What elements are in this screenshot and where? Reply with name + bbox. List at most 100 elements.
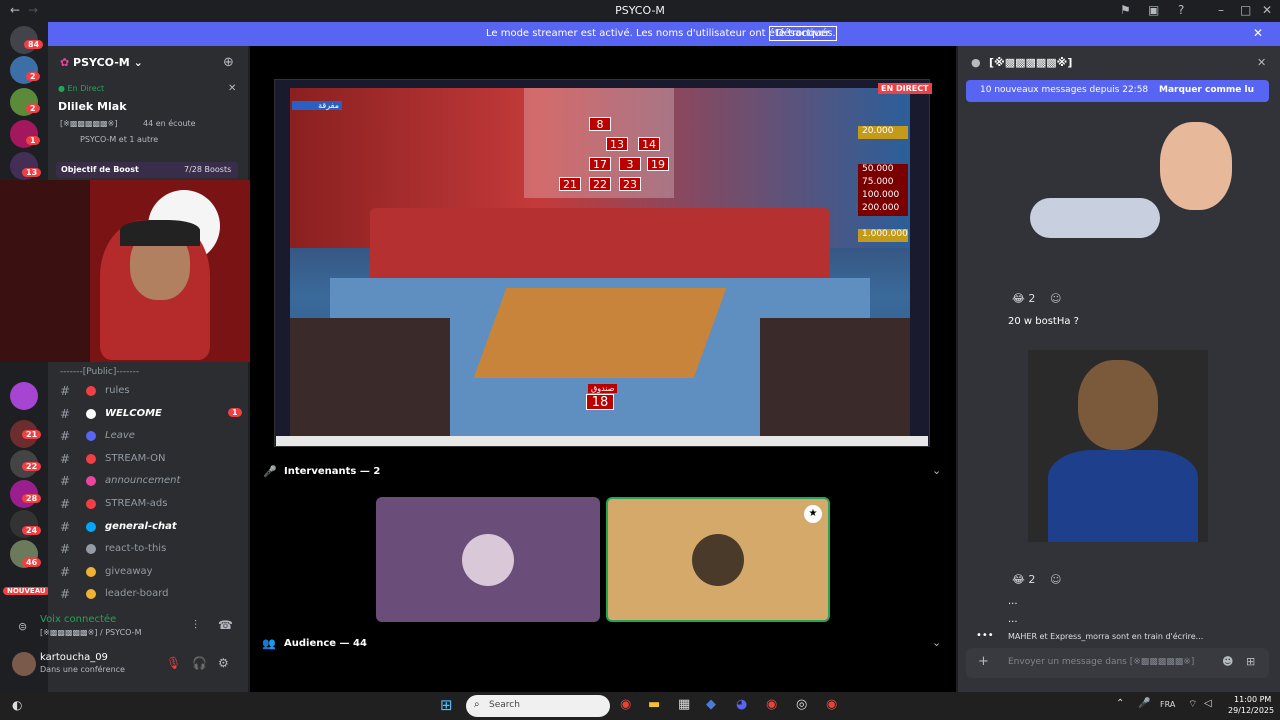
- speaker-avatar: [692, 534, 744, 586]
- live-title[interactable]: Dlilek Mlak: [58, 100, 127, 113]
- language-indicator[interactable]: FRA: [1160, 700, 1175, 709]
- server-icon[interactable]: [10, 382, 38, 410]
- new-messages-bar[interactable]: 10 nouveaux messages depuis 22:58 Marque…: [966, 80, 1269, 102]
- prize-amount: 50.000: [858, 164, 908, 177]
- headphones-icon[interactable]: 🎧: [192, 656, 207, 670]
- store-icon[interactable]: ▦: [678, 697, 690, 712]
- help-icon[interactable]: ?: [1178, 3, 1184, 17]
- search-icon: ⌕: [474, 699, 480, 710]
- screen-icon[interactable]: ▣: [1148, 3, 1159, 17]
- chevron-down-icon[interactable]: ⌄: [932, 636, 941, 649]
- mic-tray-icon[interactable]: 🎤: [1138, 698, 1150, 709]
- widgets-icon[interactable]: ◐: [12, 698, 22, 712]
- speaker-tile[interactable]: [376, 497, 600, 622]
- server-badge: 46: [22, 558, 42, 567]
- moderator-icon: ★: [804, 505, 822, 523]
- voice-status[interactable]: Voix connectée: [40, 614, 116, 625]
- speaker-tile-active[interactable]: ★: [606, 497, 830, 622]
- close-icon[interactable]: ✕: [1253, 26, 1263, 40]
- headset: [120, 220, 200, 246]
- number-box: 8: [589, 117, 611, 131]
- close-live-icon[interactable]: ✕: [228, 83, 236, 94]
- channel-emoji-icon: [86, 589, 96, 600]
- prize-amount: 100.000: [858, 190, 908, 203]
- number-box: 3: [619, 157, 641, 171]
- channel-item[interactable]: # general-chat: [58, 518, 248, 538]
- add-reaction-icon[interactable]: ☺: [1050, 292, 1061, 305]
- start-icon[interactable]: ⊞: [440, 696, 453, 714]
- sticker-icon[interactable]: ☻: [1222, 655, 1233, 668]
- channel-label: react-to-this: [105, 543, 167, 555]
- channel-label: giveaway: [105, 565, 153, 577]
- number-box: 17: [589, 157, 611, 171]
- minimize-icon[interactable]: –: [1218, 3, 1224, 17]
- live-participants: PSYCO-M et 1 autre: [80, 135, 159, 144]
- channel-item[interactable]: # giveaway: [58, 563, 248, 583]
- box-number: 18: [586, 394, 614, 410]
- guild-icon: ✿: [60, 56, 74, 69]
- microphone-muted-icon[interactable]: 🎙: [166, 656, 181, 670]
- live-label-text: En Direct: [67, 84, 105, 93]
- discord-icon[interactable]: ◕: [736, 697, 747, 712]
- channel-label: rules: [105, 385, 130, 396]
- laugh-reaction[interactable]: 😂 2: [1012, 292, 1035, 305]
- tray-chevron-icon[interactable]: ⌃: [1116, 698, 1124, 709]
- app-icon[interactable]: ◎: [796, 697, 807, 712]
- mark-read-button[interactable]: Marquer comme lu: [1159, 85, 1254, 95]
- clock-time[interactable]: 11:00 PM: [1234, 695, 1271, 704]
- file-explorer-icon[interactable]: ▬: [648, 697, 660, 712]
- apps-icon[interactable]: ⊞: [1246, 655, 1255, 668]
- chrome-icon[interactable]: ◉: [766, 697, 777, 712]
- settings-gear-icon[interactable]: ⚙: [218, 656, 229, 670]
- search-box[interactable]: ⌕ Search: [466, 695, 610, 717]
- live-label: ● En Direct: [58, 84, 105, 93]
- facecam-face: [1078, 360, 1158, 450]
- channel-item[interactable]: # STREAM-ON: [58, 450, 248, 470]
- message-input-box[interactable]: + Envoyer un message dans [※▩▩▩▩▩※] ☻ ⊞: [966, 648, 1269, 678]
- clock-date[interactable]: 29/12/2025: [1228, 706, 1274, 715]
- close-chat-icon[interactable]: ✕: [1257, 56, 1266, 69]
- chrome-icon[interactable]: ◉: [620, 697, 631, 712]
- reaction-count: 2: [1028, 292, 1036, 305]
- disable-streamer-button[interactable]: Désactiver: [769, 26, 837, 41]
- typing-indicator: MAHER et Express_morra sont en train d'é…: [1008, 632, 1204, 641]
- guild-header[interactable]: ✿ PSYCO-M ⌄: [60, 56, 143, 69]
- inbox-icon[interactable]: ⚑: [1120, 3, 1131, 17]
- username: kartoucha_09: [40, 652, 108, 663]
- channel-emoji-icon: [86, 476, 96, 487]
- channel-item[interactable]: # announcement: [58, 472, 248, 492]
- channel-item[interactable]: # rules: [58, 382, 248, 402]
- number-box: 13: [606, 137, 628, 151]
- channel-emoji-icon: [86, 499, 96, 509]
- add-reaction-icon[interactable]: ☺: [1050, 573, 1061, 586]
- wifi-icon[interactable]: ⌔: [1188, 698, 1197, 711]
- channel-item[interactable]: # leader-board: [58, 585, 248, 605]
- noise-suppression-icon[interactable]: ⫶: [194, 618, 197, 633]
- laugh-reaction[interactable]: 😂 2: [1012, 573, 1035, 586]
- channel-label: Leave: [105, 430, 135, 442]
- hashtag-icon: #: [60, 406, 71, 421]
- boost-goal-bar[interactable]: Objectif de Boost 7/28 Boosts: [56, 162, 238, 178]
- channel-list: # rules # WELCOME 1 # Leave # STREAM-ON # announce…: [58, 382, 248, 632]
- signal-icon[interactable]: ⊜: [18, 620, 27, 633]
- add-attachment-icon[interactable]: +: [978, 654, 989, 669]
- channel-item[interactable]: # Leave: [58, 427, 248, 447]
- chrome-icon[interactable]: ◉: [826, 697, 837, 712]
- channel-label: general-chat: [105, 520, 177, 532]
- message-input[interactable]: Envoyer un message dans [※▩▩▩▩▩※]: [1008, 657, 1194, 667]
- channel-category[interactable]: -------[Public]-------: [60, 367, 139, 377]
- server-badge: 24: [22, 526, 42, 535]
- user-avatar[interactable]: [12, 652, 36, 676]
- disconnect-icon[interactable]: ☎: [218, 618, 233, 632]
- close-window-icon[interactable]: ✕: [1262, 3, 1272, 17]
- volume-icon[interactable]: ◁: [1204, 698, 1212, 709]
- server-badge: 22: [22, 462, 42, 471]
- channel-item[interactable]: # WELCOME 1: [58, 405, 248, 425]
- channel-item[interactable]: # react-to-this: [58, 540, 248, 560]
- boost-count: 7/28 Boosts: [184, 165, 232, 174]
- channel-item[interactable]: # STREAM-ads: [58, 495, 248, 515]
- chevron-down-icon[interactable]: ⌄: [932, 464, 941, 477]
- app-icon[interactable]: ◆: [706, 697, 716, 712]
- add-member-icon[interactable]: ⊕: [223, 55, 234, 70]
- maximize-icon[interactable]: □: [1240, 3, 1251, 17]
